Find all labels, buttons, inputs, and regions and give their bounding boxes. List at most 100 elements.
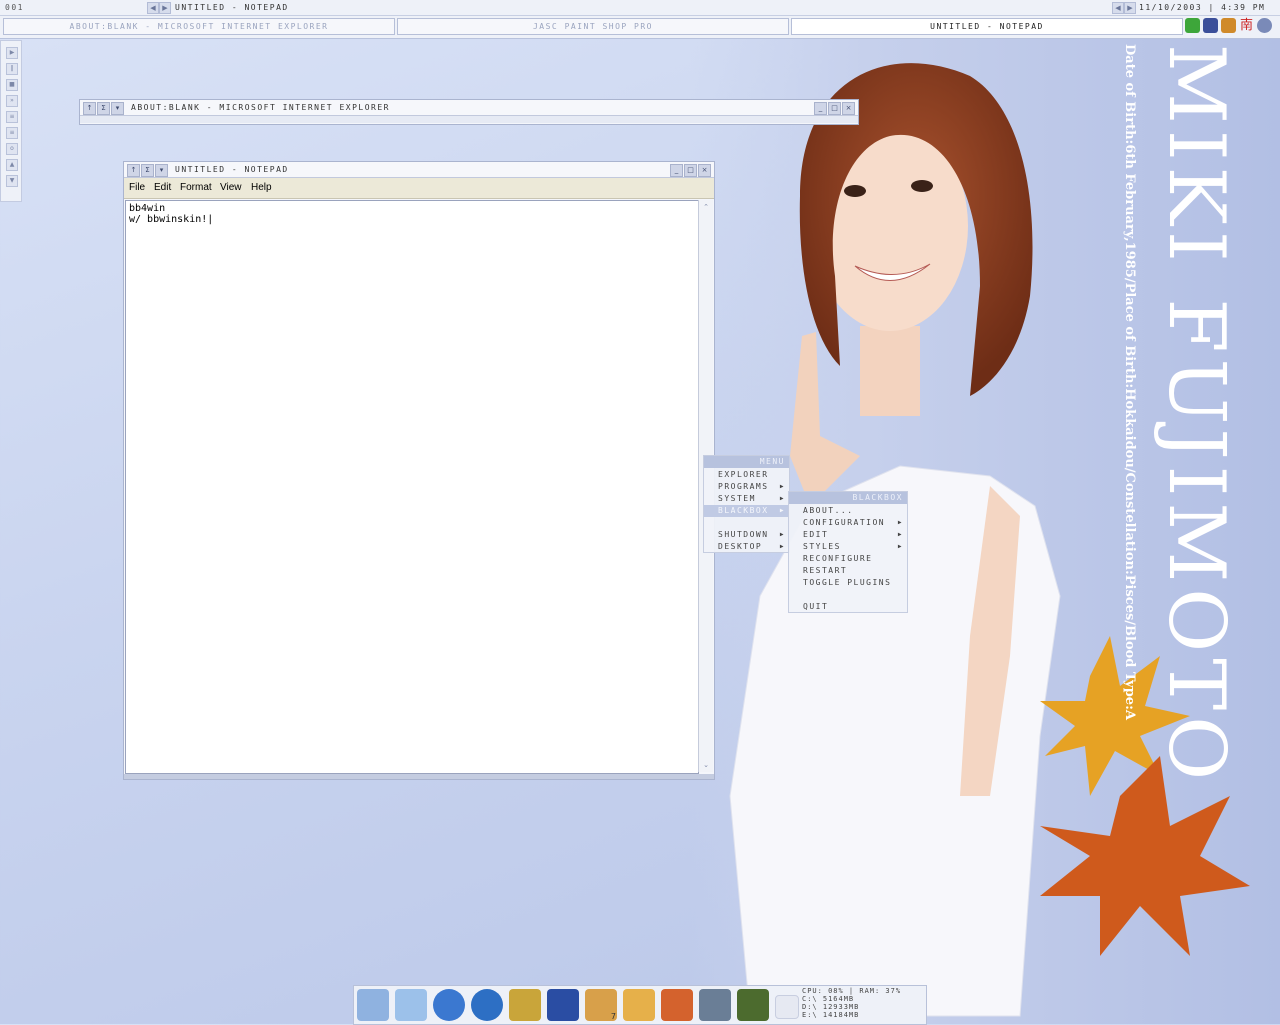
globe-icon[interactable]: [1257, 18, 1272, 33]
menu-item-label: RESTART: [803, 566, 848, 575]
word-icon[interactable]: [547, 989, 579, 1021]
menu-item-configuration[interactable]: CONFIGURATION ▶: [789, 517, 907, 529]
root-menu: MENU EXPLORER PROGRAMS ▶ SYSTEM ▶ BLACKBOX…: [703, 455, 790, 553]
menu-item-shutdown[interactable]: SHUTDOWN ▶: [704, 529, 789, 541]
submenu-arrow-icon: ▶: [779, 531, 785, 538]
notepad-text-area[interactable]: bb4win w/ bbwinskin!|: [125, 200, 699, 774]
menu-item-explorer[interactable]: EXPLORER: [704, 469, 789, 481]
next-workspace-icon[interactable]: ▶: [1124, 2, 1136, 14]
task-label: ABOUT:BLANK - MICROSOFT INTERNET EXPLORE…: [69, 22, 329, 31]
workspace-label[interactable]: 001: [5, 3, 24, 12]
drive-c-readout: C:\ 5164MB: [802, 995, 855, 1003]
maximize-icon[interactable]: □: [684, 164, 697, 177]
task-paintshop[interactable]: JASC PAINT SHOP PRO: [397, 18, 789, 35]
repeat-icon[interactable]: o: [6, 143, 18, 155]
counter-strike-icon[interactable]: [699, 989, 731, 1021]
monitor-icon[interactable]: [1203, 18, 1218, 33]
paint-icon[interactable]: 7: [585, 989, 617, 1021]
clock[interactable]: 11/10/2003 | 4:39 PM: [1139, 3, 1265, 12]
up-icon[interactable]: ▲: [6, 159, 18, 171]
menu-item-restart[interactable]: RESTART: [789, 565, 907, 577]
prev-window-icon[interactable]: ◀: [147, 2, 159, 14]
menu-item-toggle-plugins[interactable]: TOGGLE PLUGINS: [789, 577, 907, 589]
close-icon[interactable]: ×: [698, 164, 711, 177]
task-label: JASC PAINT SHOP PRO: [532, 22, 653, 31]
stop-icon[interactable]: ■: [6, 79, 18, 91]
menu-file[interactable]: File: [129, 182, 145, 193]
maxthon-icon[interactable]: [471, 989, 503, 1021]
window-bottom-handle[interactable]: [124, 774, 714, 779]
close-icon[interactable]: ×: [842, 102, 855, 115]
blackbox-submenu: BLACKBOX ABOUT... CONFIGURATION ▶ EDIT ▶ S…: [788, 491, 908, 613]
menu-item-about[interactable]: ABOUT...: [789, 505, 907, 517]
menu-item-desktop[interactable]: DESKTOP ▶: [704, 541, 789, 553]
menu-icon[interactable]: ▾: [155, 164, 168, 177]
shade-icon[interactable]: Σ: [141, 164, 154, 177]
winamp-icon[interactable]: [509, 989, 541, 1021]
menu-format[interactable]: Format: [180, 182, 212, 193]
down-icon[interactable]: ▼: [6, 175, 18, 187]
blank-icon[interactable]: [775, 995, 799, 1019]
chinese-char-icon[interactable]: 南: [1239, 18, 1254, 33]
notepad-titlebar[interactable]: ↑ Σ ▾ UNTITLED - NOTEPAD _ □ ×: [124, 162, 714, 178]
menu-item-system[interactable]: SYSTEM ▶: [704, 493, 789, 505]
drive-d-readout: D:\ 12933MB: [802, 1003, 860, 1011]
system-monitor: CPU: 08% | RAM: 37% C:\ 5164MB D:\ 12933…: [802, 987, 924, 1021]
game-icon[interactable]: [737, 989, 769, 1021]
menu-item-blackbox[interactable]: BLACKBOX ▶: [704, 505, 789, 517]
menu-item-reconfigure[interactable]: RECONFIGURE: [789, 553, 907, 565]
menu-help[interactable]: Help: [251, 182, 272, 193]
prev-workspace-icon[interactable]: ◀: [1112, 2, 1124, 14]
menu-item-label: EXPLORER: [718, 470, 769, 479]
cpu-ram-readout: CPU: 08% | RAM: 37%: [802, 987, 902, 995]
menu-item-styles[interactable]: STYLES ▶: [789, 541, 907, 553]
submenu-arrow-icon: ▶: [897, 519, 903, 526]
notepad-icon[interactable]: [395, 989, 427, 1021]
green-app-icon[interactable]: [1185, 18, 1200, 33]
menu-item-label: ABOUT...: [803, 506, 854, 515]
blackbox-submenu-header[interactable]: BLACKBOX: [789, 492, 907, 504]
menu-item-label: DESKTOP: [718, 542, 763, 551]
scroll-up-icon[interactable]: ⌃: [700, 201, 712, 213]
ie-titlebar[interactable]: ↑ Σ ▾ ABOUT:BLANK - MICROSOFT INTERNET E…: [80, 100, 858, 116]
ie-window-bottom: [80, 116, 858, 123]
task-ie[interactable]: ABOUT:BLANK - MICROSOFT INTERNET EXPLORE…: [3, 18, 395, 35]
sticky-icon[interactable]: ↑: [83, 102, 96, 115]
menu-item-label: RECONFIGURE: [803, 554, 873, 563]
menu-item-edit[interactable]: EDIT ▶: [789, 529, 907, 541]
menu-icon[interactable]: ▾: [111, 102, 124, 115]
menu-item-programs[interactable]: PROGRAMS ▶: [704, 481, 789, 493]
internet-explorer-icon[interactable]: [433, 989, 465, 1021]
task-notepad[interactable]: UNTITLED - NOTEPAD: [791, 18, 1183, 35]
current-window-title: UNTITLED - NOTEPAD: [175, 3, 289, 12]
next-window-icon[interactable]: ▶: [159, 2, 171, 14]
volume-icon[interactable]: ≡: [6, 111, 18, 123]
menu-item-label: CONFIGURATION: [803, 518, 886, 527]
wallpaper-info-text: Date of Birth:6th February,1985/Place of…: [1122, 44, 1137, 721]
menu-view[interactable]: View: [220, 182, 242, 193]
sticky-icon[interactable]: ↑: [127, 164, 140, 177]
menu-item-label: PROGRAMS: [718, 482, 769, 491]
minimize-icon[interactable]: _: [814, 102, 827, 115]
submenu-arrow-icon: ▶: [779, 495, 785, 502]
pencil-icon[interactable]: [1221, 18, 1236, 33]
menu-edit[interactable]: Edit: [154, 182, 171, 193]
maximize-icon[interactable]: □: [828, 102, 841, 115]
notepad-menubar: File Edit Format View Help: [124, 178, 714, 199]
firewall-icon[interactable]: [661, 989, 693, 1021]
submenu-arrow-icon: ▶: [897, 543, 903, 550]
notepad-window: ↑ Σ ▾ UNTITLED - NOTEPAD _ □ × File Edit…: [123, 161, 715, 780]
menu-item-quit[interactable]: QUIT: [789, 601, 907, 613]
minimize-icon[interactable]: _: [670, 164, 683, 177]
menu-item-label: STYLES: [803, 542, 841, 551]
my-computer-icon[interactable]: [357, 989, 389, 1021]
shade-icon[interactable]: Σ: [97, 102, 110, 115]
messenger-icon[interactable]: [623, 989, 655, 1021]
next-icon[interactable]: »: [6, 95, 18, 107]
media-slit: ▶ ‖ ■ » ≡ ≡ o ▲ ▼: [0, 40, 22, 202]
root-menu-header[interactable]: MENU: [704, 456, 789, 468]
play-icon[interactable]: ▶: [6, 47, 18, 59]
pause-icon[interactable]: ‖: [6, 63, 18, 75]
eject-icon[interactable]: ≡: [6, 127, 18, 139]
scroll-down-icon[interactable]: ⌄: [700, 759, 712, 771]
